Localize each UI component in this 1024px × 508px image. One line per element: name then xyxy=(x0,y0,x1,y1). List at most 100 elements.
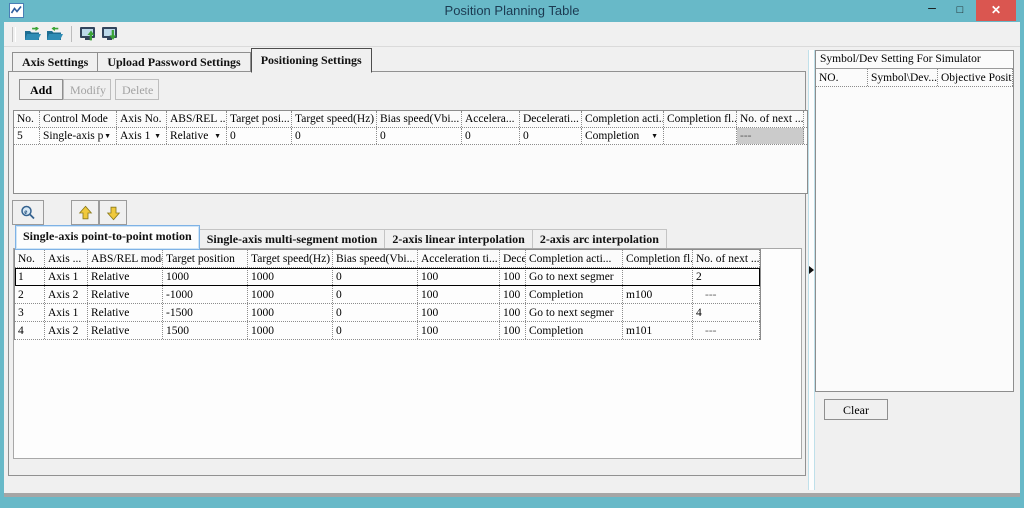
table-cell[interactable]: Single-axis p▼ xyxy=(40,128,117,144)
table-cell[interactable]: Axis 1▼ xyxy=(117,128,167,144)
table-cell[interactable]: 4 xyxy=(693,304,760,321)
table-cell[interactable]: 0 xyxy=(333,286,418,303)
table-cell[interactable]: 100 xyxy=(500,322,526,339)
dropdown-arrow-icon[interactable]: ▼ xyxy=(651,133,658,140)
table-cell[interactable]: 1000 xyxy=(248,286,333,303)
table-cell[interactable]: Relative xyxy=(88,304,163,321)
close-button[interactable]: ✕ xyxy=(976,0,1016,21)
table-cell[interactable]: Relative xyxy=(88,322,163,339)
table-row[interactable]: 3Axis 1Relative-150010000100100Go to nex… xyxy=(15,304,760,322)
dropdown-arrow-icon[interactable]: ▼ xyxy=(214,133,221,140)
move-down-button[interactable] xyxy=(99,200,127,225)
tab-single-axis-point-to-point-motion[interactable]: Single-axis point-to-point motion xyxy=(15,225,200,250)
table-cell[interactable]: 1000 xyxy=(248,304,333,321)
table-cell[interactable]: 0 xyxy=(292,128,377,144)
table-cell[interactable]: 100 xyxy=(500,304,526,321)
table-cell[interactable]: 1500 xyxy=(163,322,248,339)
table-cell[interactable]: Axis 2 xyxy=(45,322,88,339)
table-row[interactable]: 4Axis 2Relative150010000100100Completion… xyxy=(15,322,760,340)
add-button[interactable]: Add xyxy=(19,79,63,100)
dropdown-arrow-icon[interactable]: ▼ xyxy=(154,133,161,140)
clear-button[interactable]: Clear xyxy=(824,399,888,420)
upload-to-device-button[interactable] xyxy=(77,24,99,45)
table-cell[interactable] xyxy=(623,268,693,285)
table-cell[interactable]: 100 xyxy=(418,268,500,285)
cell-text: 0 xyxy=(465,130,471,142)
table-cell[interactable]: 100 xyxy=(500,268,526,285)
move-up-button[interactable] xyxy=(71,200,99,225)
table-cell[interactable]: 1 xyxy=(15,268,45,285)
table-cell[interactable]: 3 xyxy=(15,304,45,321)
cell-text: Completion xyxy=(585,130,639,142)
cell-text: --- xyxy=(705,325,717,337)
preview-button[interactable]: e xyxy=(12,200,44,225)
save-file-button[interactable] xyxy=(44,24,66,45)
table-cell[interactable]: 0 xyxy=(333,304,418,321)
table-cell[interactable]: 0 xyxy=(520,128,582,144)
table-cell[interactable]: -1000 xyxy=(163,286,248,303)
minimize-button[interactable]: – xyxy=(920,0,944,21)
table-cell[interactable]: Go to next segmer xyxy=(526,268,623,285)
table-row[interactable]: 2Axis 2Relative-100010000100100Completio… xyxy=(15,286,760,304)
table-cell[interactable]: Go to next segmer xyxy=(526,304,623,321)
table-cell[interactable]: --- xyxy=(693,322,760,339)
table-cell[interactable]: 0 xyxy=(462,128,520,144)
table-cell[interactable]: --- xyxy=(737,128,804,144)
table-cell[interactable]: Axis 1 xyxy=(45,304,88,321)
table-cell[interactable]: 2 xyxy=(15,286,45,303)
table-cell[interactable]: 0 xyxy=(227,128,292,144)
table-cell[interactable]: Completion xyxy=(526,322,623,339)
table-cell[interactable] xyxy=(664,128,737,144)
table-cell[interactable]: Relative xyxy=(88,268,163,285)
table-cell[interactable]: Relative xyxy=(88,286,163,303)
tab-single-axis-multi-segment-motion[interactable]: Single-axis multi-segment motion xyxy=(200,229,386,249)
table-header-row: No.Axis ...ABS/REL modeTarget positionTa… xyxy=(15,250,760,268)
dropdown-arrow-icon[interactable]: ▼ xyxy=(104,133,111,140)
main-toolbar xyxy=(4,22,1020,47)
cell-text: 1000 xyxy=(166,271,189,283)
panel-splitter[interactable] xyxy=(808,50,815,490)
cell-text: 100 xyxy=(421,271,438,283)
table-cell[interactable]: 0 xyxy=(333,268,418,285)
modify-button[interactable]: Modify xyxy=(63,79,111,100)
delete-button[interactable]: Delete xyxy=(115,79,159,100)
table-cell[interactable]: m100 xyxy=(623,286,693,303)
tab-axis-settings[interactable]: Axis Settings xyxy=(12,52,98,72)
table-cell[interactable]: 100 xyxy=(418,304,500,321)
column-header: Completion fl... xyxy=(664,111,737,127)
table-cell[interactable]: 100 xyxy=(418,286,500,303)
cell-text: 1500 xyxy=(166,325,189,337)
table-cell[interactable]: --- xyxy=(693,286,760,303)
tab-upload-password-settings[interactable]: Upload Password Settings xyxy=(98,52,250,72)
table-cell[interactable]: 0 xyxy=(333,322,418,339)
table-cell[interactable]: 100 xyxy=(500,286,526,303)
cell-text: -1000 xyxy=(166,289,193,301)
table-cell[interactable]: 5 xyxy=(14,128,40,144)
open-file-button[interactable] xyxy=(22,24,44,45)
maximize-button[interactable]: □ xyxy=(948,0,972,21)
table-cell[interactable]: 0 xyxy=(377,128,462,144)
table-cell[interactable] xyxy=(623,304,693,321)
table-row[interactable]: 5Single-axis p▼Axis 1▼Relative▼00000Comp… xyxy=(14,128,807,145)
table-cell[interactable]: Axis 1 xyxy=(45,268,88,285)
table-row[interactable]: 1Axis 1Relative100010000100100Go to next… xyxy=(15,268,760,286)
splitter-collapse-icon[interactable] xyxy=(809,266,814,274)
table-cell[interactable]: 1000 xyxy=(248,322,333,339)
cell-text: 100 xyxy=(503,271,520,283)
table-cell[interactable]: 4 xyxy=(15,322,45,339)
table-cell[interactable]: 1000 xyxy=(248,268,333,285)
table-cell[interactable]: Completion xyxy=(526,286,623,303)
table-cell[interactable]: Axis 2 xyxy=(45,286,88,303)
table-cell[interactable]: Completion ▼ xyxy=(582,128,664,144)
download-from-device-button[interactable] xyxy=(99,24,121,45)
table-cell[interactable]: 1000 xyxy=(163,268,248,285)
table-cell[interactable]: m101 xyxy=(623,322,693,339)
table-cell[interactable]: Relative▼ xyxy=(167,128,227,144)
tab-positioning-settings[interactable]: Positioning Settings xyxy=(251,48,372,73)
table-cell[interactable]: 100 xyxy=(418,322,500,339)
tab-2-axis-linear-interpolation[interactable]: 2-axis linear interpolation xyxy=(385,229,532,249)
cell-text: 1000 xyxy=(251,289,274,301)
table-cell[interactable]: 2 xyxy=(693,268,760,285)
table-cell[interactable]: -1500 xyxy=(163,304,248,321)
tab-2-axis-arc-interpolation[interactable]: 2-axis arc interpolation xyxy=(533,229,667,249)
